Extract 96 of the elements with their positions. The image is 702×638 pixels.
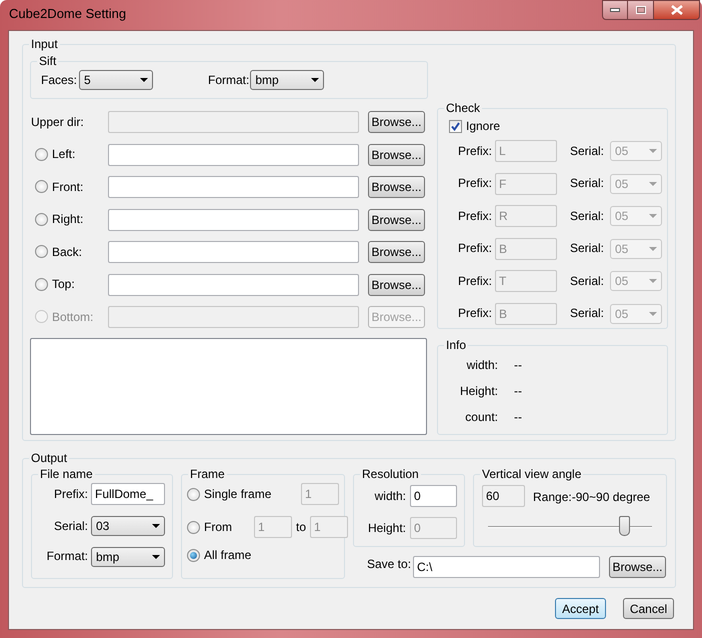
field-label: Prefix: (456, 208, 492, 224)
group-label: Sift (37, 54, 58, 68)
window-title: Cube2Dome Setting (8, 6, 128, 24)
radio-button[interactable] (35, 245, 48, 258)
group-label: Output (29, 451, 70, 465)
radio-label[interactable]: Left: (52, 147, 76, 162)
browse-button[interactable]: Browse... (368, 241, 425, 263)
slider-thumb[interactable] (619, 516, 630, 536)
field-label: Format: (46, 549, 88, 564)
radio-button[interactable] (187, 520, 200, 534)
caret-icon (649, 149, 657, 153)
radio-button[interactable] (187, 548, 200, 562)
caret-icon (649, 182, 657, 186)
field-label: Serial: (568, 306, 604, 321)
caret-icon (649, 214, 657, 218)
field-label: width: (374, 488, 406, 504)
field-label: Save to: (367, 556, 412, 572)
caret-icon (649, 312, 657, 316)
file-path-field[interactable] (108, 241, 359, 263)
range-label: Range:-90~90 degree (533, 489, 650, 505)
save-path-field[interactable]: C:\ (413, 556, 600, 578)
width-field[interactable]: 0 (410, 485, 457, 507)
radio-label[interactable]: Back: (52, 244, 82, 260)
cancel-button[interactable]: Cancel (623, 598, 674, 619)
format-dropdown[interactable]: bmp (250, 70, 324, 90)
minimize-icon (610, 8, 620, 12)
group-label: Vertical view angle (480, 467, 584, 481)
minimize-button[interactable] (602, 0, 628, 20)
info-value: -- (514, 410, 522, 424)
caret-icon (649, 279, 657, 283)
field-label: Prefix: (456, 306, 492, 321)
browse-button[interactable]: Browse... (609, 556, 666, 578)
caret-icon (140, 78, 148, 82)
maximize-icon (636, 6, 646, 14)
field-label: Prefix: (456, 241, 492, 256)
checkbox[interactable] (449, 120, 462, 133)
checkbox-label[interactable]: Ignore (466, 119, 500, 134)
radio-label[interactable]: Top: (52, 277, 75, 292)
field-label: count: (464, 410, 498, 424)
caret-icon (152, 554, 160, 558)
field-label: Height: (458, 384, 498, 398)
prefix-field[interactable]: FullDome_ (91, 483, 165, 505)
field-label: Prefix: (52, 486, 88, 502)
file-path-field[interactable] (108, 144, 359, 166)
file-path-field[interactable] (108, 208, 359, 230)
group-label: Input (29, 37, 60, 51)
angle-value: 60 (482, 485, 525, 507)
info-value: -- (514, 384, 522, 398)
field-label: Prefix: (456, 176, 492, 191)
caret-icon (649, 246, 657, 250)
field-label: Height: (366, 520, 406, 536)
field-label: Serial: (568, 241, 604, 256)
field-label: width: (466, 358, 498, 372)
field-label: Prefix: (456, 274, 492, 288)
close-button[interactable] (654, 0, 700, 20)
check-mark-icon (451, 122, 460, 131)
radio-button[interactable] (35, 148, 48, 161)
field-label: Upper dir: (30, 114, 85, 130)
file-path-field[interactable] (108, 274, 359, 296)
radio-button[interactable] (35, 278, 48, 291)
field-label: Prefix: (456, 144, 492, 158)
radio-button[interactable] (35, 212, 48, 226)
group-label: Check (444, 101, 482, 115)
faces-dropdown[interactable]: 5 (79, 70, 154, 90)
radio-label[interactable]: Single frame (204, 486, 272, 502)
format-dropdown[interactable]: bmp (91, 546, 165, 566)
accept-button[interactable]: Accept (555, 598, 606, 619)
radio-label[interactable]: All frame (204, 548, 252, 562)
maximize-button[interactable] (628, 0, 654, 20)
field-label: Serial: (568, 176, 604, 191)
radio-label[interactable]: Front: (52, 180, 84, 194)
caret-icon (311, 78, 320, 82)
browse-button[interactable]: Browse... (368, 208, 425, 230)
field-label: Faces: (41, 72, 78, 88)
browse-button[interactable]: Browse... (368, 274, 425, 296)
radio-button[interactable] (35, 180, 48, 194)
radio-button[interactable] (187, 488, 200, 500)
field-label: Format: (208, 72, 250, 88)
browse-button[interactable]: Browse... (368, 176, 425, 198)
field-label: Serial: (568, 208, 604, 224)
file-path-field[interactable] (108, 176, 359, 198)
browse-button[interactable]: Browse... (368, 144, 425, 166)
field-label: Serial: (568, 144, 604, 158)
radio-label[interactable]: Right: (52, 212, 84, 227)
field-label: Serial: (568, 274, 604, 288)
group-label: Frame (188, 467, 227, 481)
radio-label[interactable]: From (204, 520, 232, 534)
field-label: Serial: (52, 518, 88, 534)
group-label: Resolution (360, 467, 421, 481)
serial-dropdown[interactable]: 03 (91, 516, 165, 536)
field-label: to (296, 520, 306, 534)
caret-icon (152, 524, 160, 528)
close-icon (670, 5, 682, 15)
group-label: File name (38, 467, 95, 481)
group-label: Info (444, 338, 468, 352)
info-value: -- (514, 358, 522, 372)
